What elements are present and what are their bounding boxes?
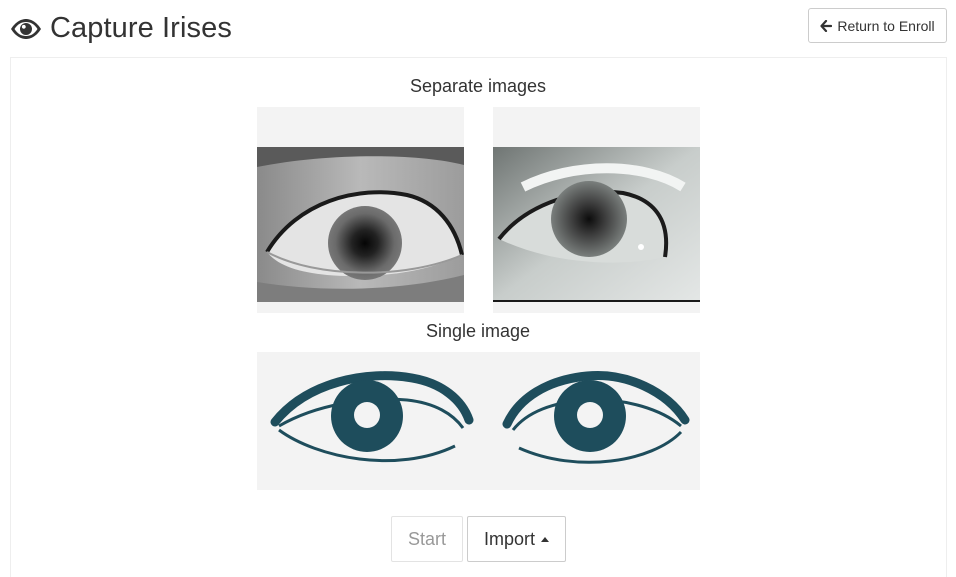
arrow-left-icon <box>820 19 833 32</box>
eye-icon <box>10 18 42 40</box>
start-button[interactable]: Start <box>391 516 463 562</box>
page-header: Capture Irises Return to Enroll <box>0 0 956 58</box>
caret-up-icon <box>541 536 549 542</box>
return-button-label: Return to Enroll <box>837 17 935 34</box>
page-title: Capture Irises <box>50 12 232 44</box>
capture-actions: Start Import <box>391 516 566 562</box>
capture-panel <box>10 57 947 577</box>
import-dropdown-button[interactable]: Import <box>467 516 566 562</box>
separate-images-label: Separate images <box>409 76 547 96</box>
title-wrap: Capture Irises <box>10 12 232 45</box>
single-image-label: Single image <box>425 321 531 341</box>
import-label: Import <box>483 528 535 549</box>
return-to-enroll-button[interactable]: Return to Enroll <box>808 8 947 43</box>
right-eye-image[interactable] <box>493 107 700 313</box>
both-eyes-illustration[interactable] <box>257 352 700 490</box>
left-eye-image[interactable] <box>257 107 464 313</box>
